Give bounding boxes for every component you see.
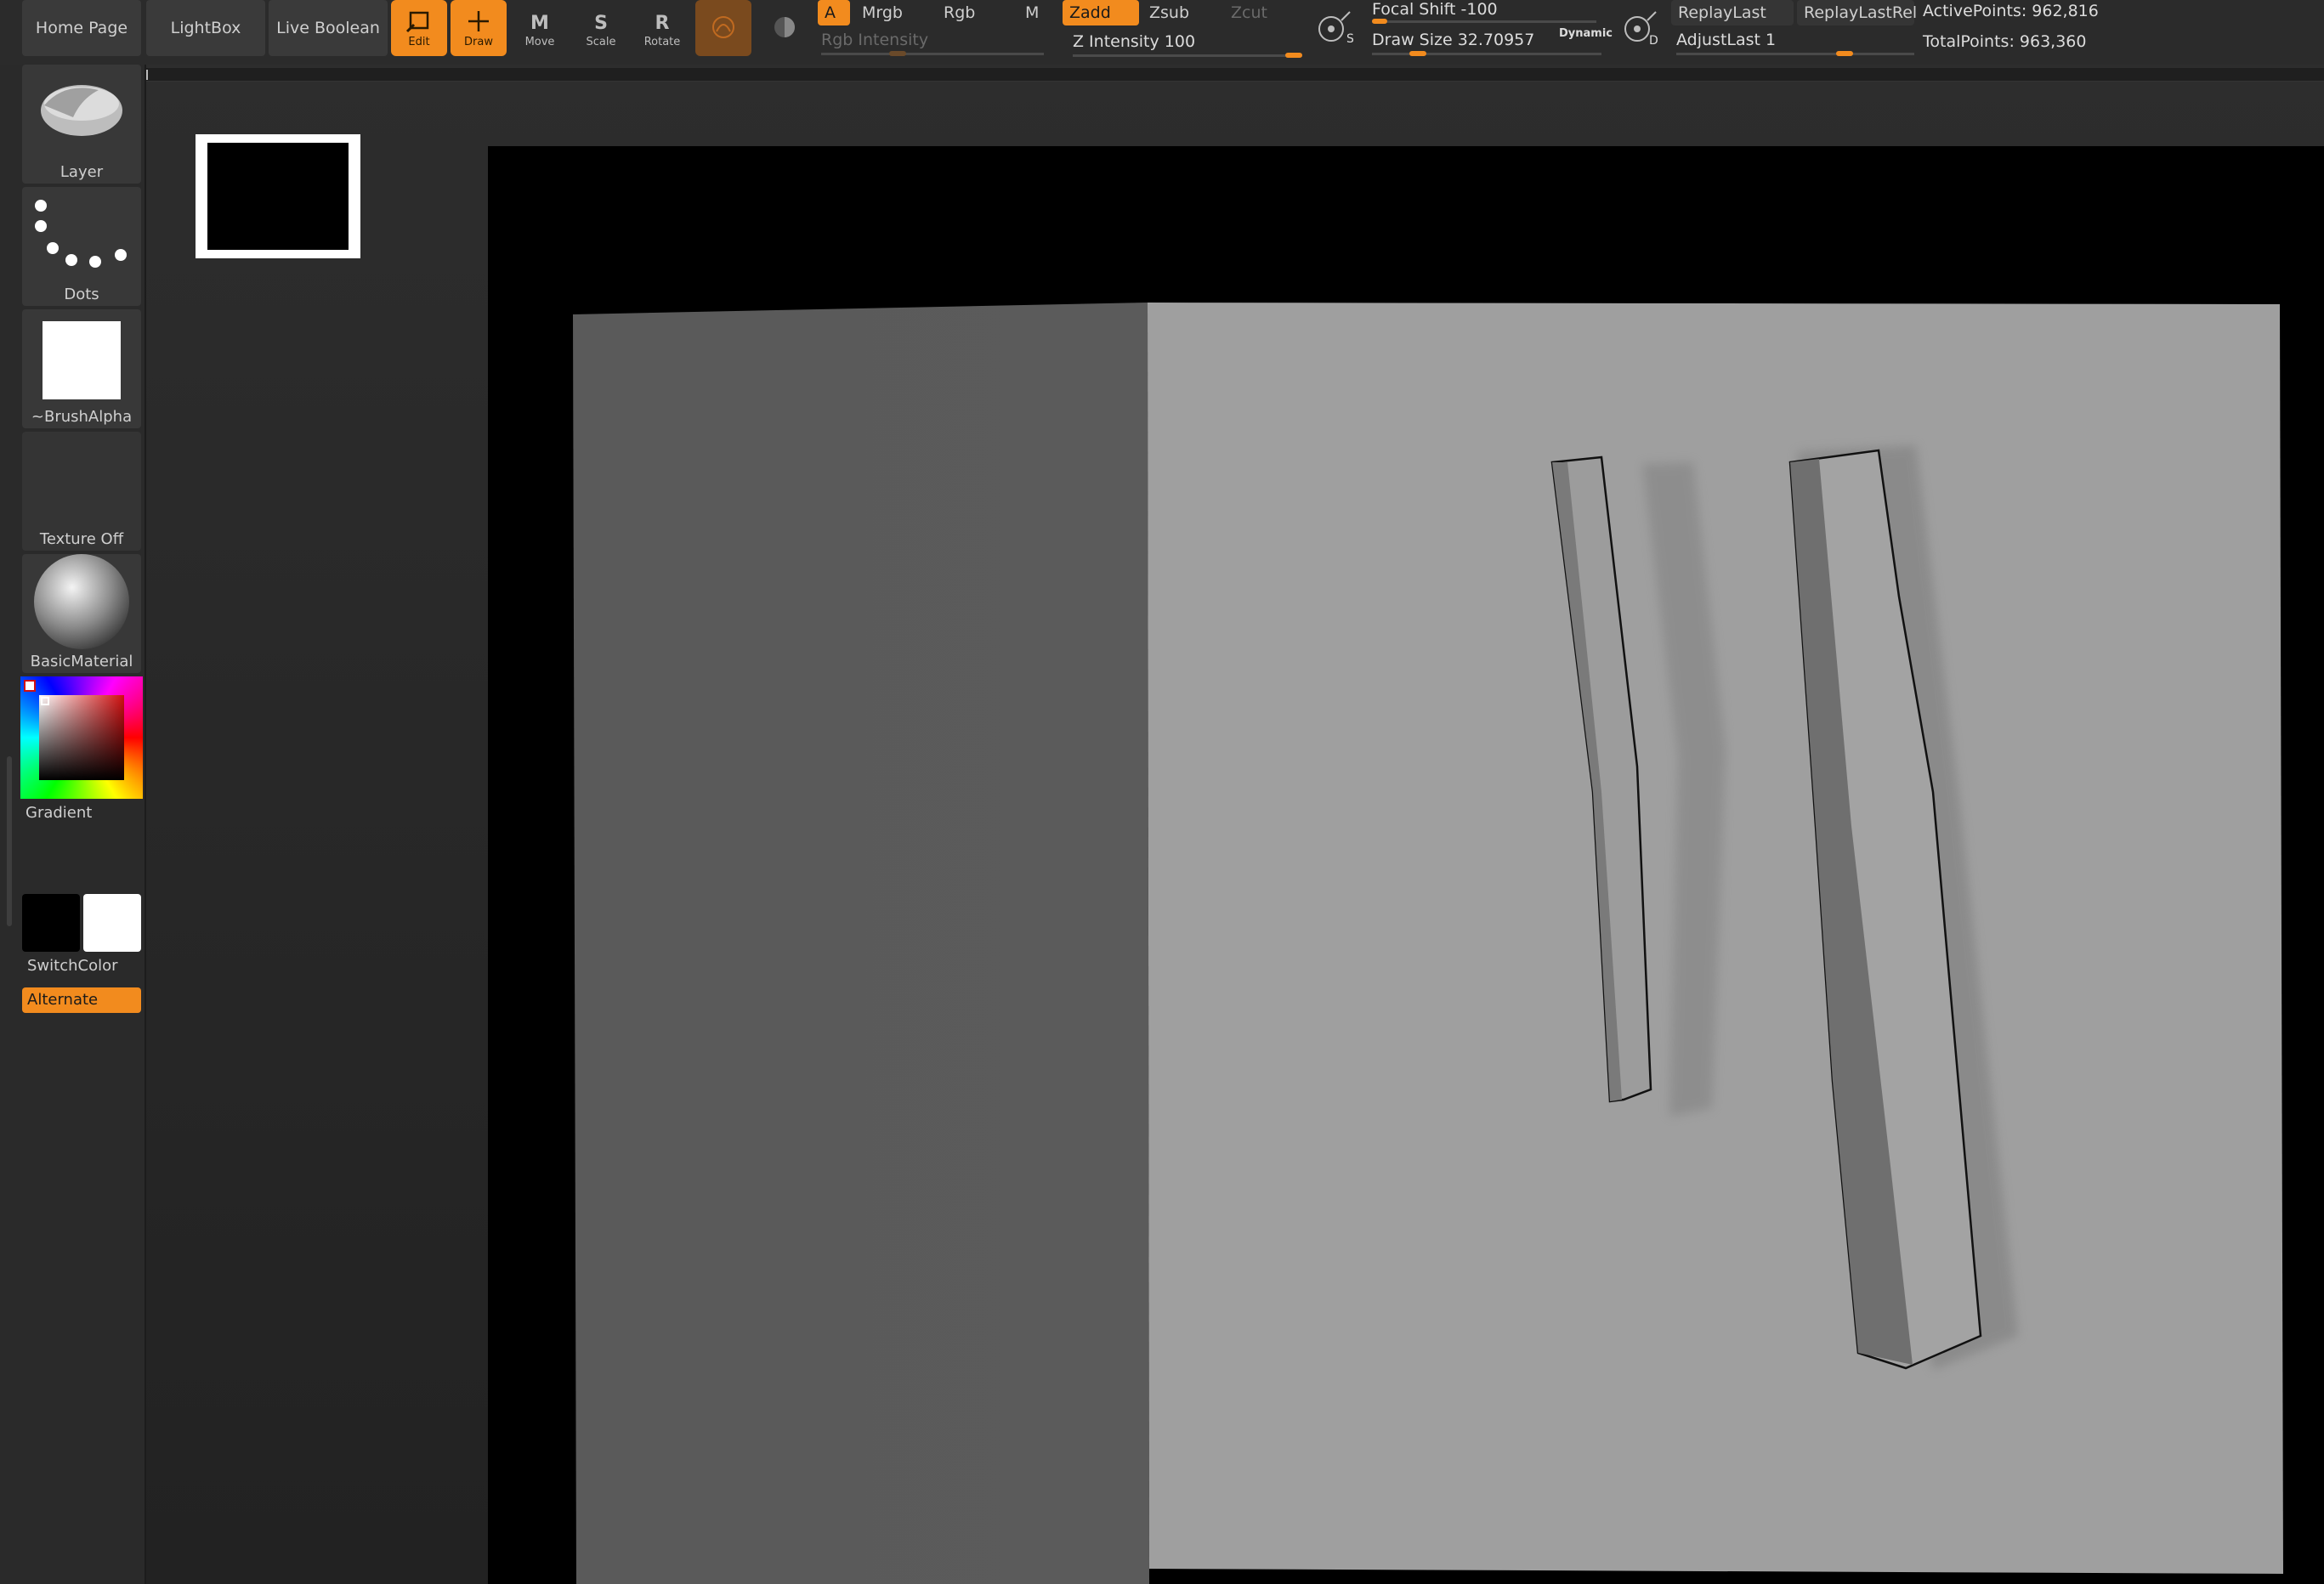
- svg-text:R: R: [655, 13, 670, 34]
- draw-button[interactable]: Draw: [451, 0, 507, 56]
- adjust-last-label: AdjustLast 1: [1676, 31, 1777, 49]
- left-plane: [573, 303, 1149, 1584]
- gizmo-toggle-button[interactable]: [757, 0, 813, 56]
- material-label: BasicMaterial: [30, 653, 133, 670]
- layer-brush-icon: [41, 85, 122, 136]
- texture-slot[interactable]: Texture Off: [22, 432, 141, 551]
- lazy-mouse-s-icon[interactable]: S: [1316, 8, 1353, 46]
- brush-label: Layer: [60, 163, 104, 181]
- shelf-scrollbar[interactable]: [7, 756, 12, 926]
- home-page-button[interactable]: Home Page: [22, 0, 141, 56]
- stroke-label: Dots: [64, 286, 99, 303]
- dynamic-button[interactable]: Dynamic: [1559, 27, 1613, 40]
- draw-icon: [468, 10, 489, 31]
- material-sphere-icon: [34, 554, 129, 649]
- replay-last-button[interactable]: ReplayLast: [1671, 0, 1794, 25]
- scale-button[interactable]: S Scale: [573, 0, 629, 56]
- draw-size-slider[interactable]: [1372, 53, 1601, 55]
- timeline-ruler[interactable]: [146, 68, 2324, 82]
- zsub-button[interactable]: Zsub: [1142, 0, 1221, 25]
- alpha-label: ~BrushAlpha: [31, 408, 133, 426]
- zcut-button[interactable]: Zcut: [1224, 0, 1302, 25]
- move-label: Move: [524, 35, 555, 48]
- left-shelf: Layer Dots ~BrushAlpha Texture Off Basic…: [0, 65, 146, 1584]
- rotate-button[interactable]: R Rotate: [634, 0, 690, 56]
- z-intensity-label: Z Intensity 100: [1073, 32, 1196, 51]
- svg-text:S: S: [594, 13, 608, 34]
- edit-button[interactable]: Edit: [391, 0, 447, 56]
- rgb-intensity-handle[interactable]: [889, 51, 906, 56]
- secondary-color-swatch[interactable]: [83, 894, 141, 952]
- z-intensity-slider[interactable]: [1073, 54, 1302, 57]
- color-marker[interactable]: [41, 697, 49, 705]
- adjust-last-handle[interactable]: [1836, 51, 1853, 56]
- texture-label: Texture Off: [39, 530, 124, 548]
- draw-label: Draw: [464, 35, 493, 48]
- 3d-viewport[interactable]: [488, 146, 2324, 1584]
- adjust-last-slider[interactable]: [1676, 53, 1914, 55]
- gradient-toggle[interactable]: Gradient: [26, 804, 92, 822]
- total-points-readout: TotalPoints: 963,360: [1923, 32, 2087, 51]
- switch-color-button[interactable]: SwitchColor: [22, 957, 141, 975]
- move-button[interactable]: M Move: [512, 0, 568, 56]
- rgb-intensity-slider[interactable]: [821, 53, 1044, 55]
- scale-icon: S: [594, 13, 608, 34]
- z-intensity-handle[interactable]: [1285, 53, 1302, 58]
- lazy-mouse-d-icon[interactable]: D: [1622, 8, 1659, 46]
- scale-label: Scale: [586, 35, 616, 48]
- d-label: D: [1649, 34, 1658, 46]
- s-label: S: [1346, 32, 1353, 46]
- replay-last-rel-button[interactable]: ReplayLastRel: [1797, 0, 1917, 25]
- dots-stroke-icon: [35, 200, 127, 268]
- half-sphere-icon: [774, 17, 795, 37]
- material-slot[interactable]: BasicMaterial: [22, 554, 141, 673]
- mrgb-button[interactable]: Mrgb: [855, 0, 935, 25]
- draw-size-label: Draw Size 32.70957: [1372, 31, 1535, 49]
- sculptris-icon: [712, 16, 734, 38]
- rotate-icon: R: [655, 13, 670, 34]
- alternate-button[interactable]: Alternate: [22, 987, 141, 1013]
- brush-alpha-preview: [43, 321, 121, 399]
- rgb-intensity-label: Rgb Intensity: [821, 31, 929, 49]
- rotate-label: Rotate: [643, 35, 681, 48]
- lightbox-button[interactable]: LightBox: [146, 0, 265, 56]
- zadd-button[interactable]: Zadd: [1063, 0, 1139, 25]
- hue-marker[interactable]: [24, 680, 36, 692]
- live-boolean-button[interactable]: Live Boolean: [269, 0, 388, 56]
- edit-label: Edit: [408, 35, 430, 48]
- focal-shift-label: Focal Shift -100: [1372, 0, 1498, 19]
- alpha-slot[interactable]: ~BrushAlpha: [22, 309, 141, 428]
- color-picker[interactable]: [20, 676, 143, 799]
- m-button[interactable]: M: [1018, 0, 1056, 25]
- color-picker-square[interactable]: [39, 695, 124, 780]
- navigation-preview[interactable]: [196, 134, 360, 258]
- sculptris-pro-button[interactable]: [695, 0, 751, 56]
- sculpt-canvas[interactable]: [488, 146, 2324, 1584]
- top-toolbar: Home Page LightBox Live Boolean Edit Dra…: [0, 0, 2324, 65]
- active-points-readout: ActivePoints: 962,816: [1923, 2, 2099, 20]
- stroke-slot[interactable]: Dots: [22, 187, 141, 306]
- a-mode-button[interactable]: A: [818, 0, 850, 25]
- focal-shift-handle[interactable]: [1372, 19, 1387, 24]
- primary-color-swatch[interactable]: [22, 894, 80, 952]
- svg-text:M: M: [530, 13, 549, 34]
- rgb-button[interactable]: Rgb: [937, 0, 1017, 25]
- move-icon: M: [530, 13, 549, 34]
- brush-slot[interactable]: Layer: [22, 65, 141, 184]
- zbrush-window: Home Page LightBox Live Boolean Edit Dra…: [0, 0, 2324, 1584]
- focal-shift-slider[interactable]: [1372, 20, 1596, 23]
- edit-icon: [405, 11, 429, 32]
- draw-size-handle[interactable]: [1409, 51, 1426, 56]
